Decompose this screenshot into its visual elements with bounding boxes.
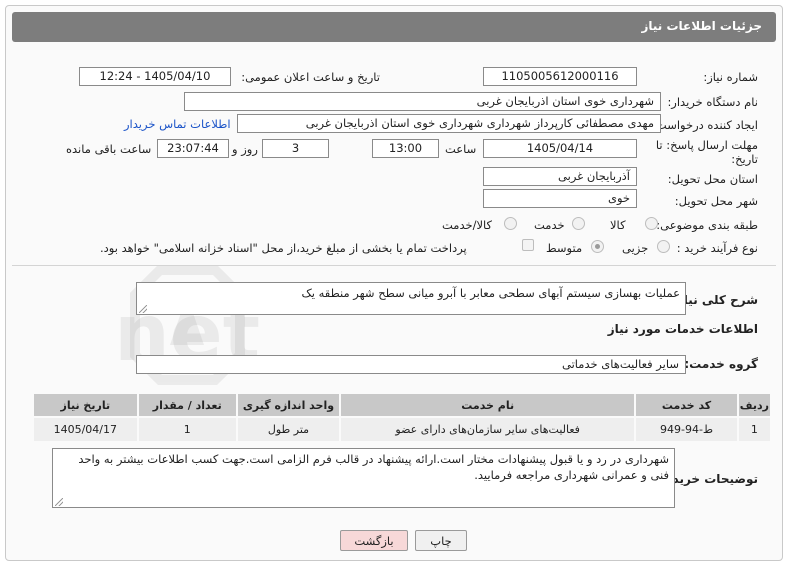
announce-field[interactable]: 1405/04/10 - 12:24 (79, 67, 231, 86)
days-label: روز و (232, 142, 258, 156)
remaining-time-field[interactable]: 23:07:44 (157, 139, 229, 158)
announce-label: تاریخ و ساعت اعلان عمومی: (241, 70, 380, 84)
category-radio-goods-service[interactable] (504, 217, 517, 230)
category-radio-goods[interactable] (645, 217, 658, 230)
process-option-minor: جزیی (622, 241, 649, 255)
print-button[interactable]: چاپ (415, 530, 467, 551)
cell-service-name: فعالیت‌های سایر سازمان‌های دارای عضو (339, 416, 637, 443)
city-field[interactable]: خوی (483, 189, 637, 208)
city-label: شهر محل تحویل: (674, 194, 758, 208)
cell-need-date: 1405/04/17 (32, 416, 139, 443)
table-header-row: ردیف کد خدمت نام خدمت واحد اندازه گیری ت… (32, 392, 773, 418)
process-radio-minor[interactable] (657, 240, 670, 253)
services-table: ردیف کد خدمت نام خدمت واحد اندازه گیری ت… (32, 392, 773, 443)
contact-buyer-link[interactable]: اطلاعات تماس خریدار (124, 117, 231, 131)
cell-row-number: 1 (736, 416, 773, 443)
col-header-quantity: تعداد / مقدار (136, 392, 238, 418)
col-header-service-code: کد خدمت (634, 392, 739, 418)
creator-label: ایجاد کننده درخواست: (652, 118, 758, 132)
col-header-row-number: ردیف (736, 392, 773, 418)
deadline-label: مهلت ارسال پاسخ: تا تاریخ: (655, 138, 758, 166)
payment-note: پرداخت تمام یا بخشی از مبلغ خرید،از محل … (100, 241, 467, 255)
summary-text: عملیات بهسازی سیستم آبهای سطحی معابر با … (301, 286, 680, 300)
buyer-org-label: نام دستگاه خریدار: (667, 95, 758, 109)
category-option-service: خدمت (534, 218, 565, 232)
creator-field[interactable]: مهدی مصطفائی کارپرداز شهرداری شهرداری خو… (237, 114, 661, 133)
deadline-time-label: ساعت (445, 142, 477, 156)
summary-textarea[interactable]: عملیات بهسازی سیستم آبهای سطحی معابر با … (136, 282, 686, 315)
process-option-medium: متوسط (546, 241, 583, 255)
cell-unit: متر طول (235, 416, 342, 443)
header-title: جزئیات اطلاعات نیاز (641, 19, 762, 33)
buyer-notes-textarea[interactable]: شهرداری در رد و یا قبول پیشنهادات مختار … (52, 448, 675, 508)
deadline-time-field[interactable]: 13:00 (372, 139, 439, 158)
back-button[interactable]: بازگشت (340, 530, 408, 551)
province-field[interactable]: آذربایجان غربی (483, 167, 637, 186)
cell-service-code: ط-94-949 (634, 416, 739, 443)
resize-handle[interactable] (139, 305, 147, 313)
province-label: استان محل تحویل: (667, 172, 758, 186)
treasury-checkbox[interactable] (522, 239, 534, 251)
deadline-date-field[interactable]: 1405/04/14 (483, 139, 637, 158)
col-header-service-name: نام خدمت (339, 392, 637, 418)
cell-quantity: 1 (136, 416, 238, 443)
process-radio-medium[interactable] (591, 240, 604, 253)
service-group-field[interactable]: سایر فعالیت‌های خدماتی (136, 355, 686, 374)
days-field[interactable]: 3 (262, 139, 329, 158)
process-label: نوع فرآیند خرید : (676, 241, 758, 255)
services-section-title: اطلاعات خدمات مورد نیاز (607, 322, 758, 336)
category-radio-service[interactable] (572, 217, 585, 230)
category-option-goods-service: کالا/خدمت (442, 218, 493, 232)
need-number-field[interactable]: 1105005612000116 (483, 67, 637, 86)
header-bar: جزئیات اطلاعات نیاز (12, 12, 776, 42)
divider (12, 265, 776, 266)
need-number-label: شماره نیاز: (703, 70, 758, 84)
buyer-org-field[interactable]: شهرداری خوی استان اذربایجان غربی (184, 92, 661, 111)
col-header-need-date: تاریخ نیاز (32, 392, 139, 418)
col-header-unit: واحد اندازه گیری (235, 392, 342, 418)
category-option-goods: کالا (610, 218, 626, 232)
resize-handle[interactable] (55, 498, 63, 506)
category-label: طبقه بندی موضوعی: (656, 218, 758, 232)
service-group-label: گروه خدمت: (684, 357, 758, 371)
buyer-notes-text: شهرداری در رد و یا قبول پیشنهادات مختار … (78, 452, 669, 482)
remaining-label: ساعت باقی مانده (66, 142, 152, 156)
table-row[interactable]: 1 ط-94-949 فعالیت‌های سایر سازمان‌های دا… (32, 416, 773, 443)
